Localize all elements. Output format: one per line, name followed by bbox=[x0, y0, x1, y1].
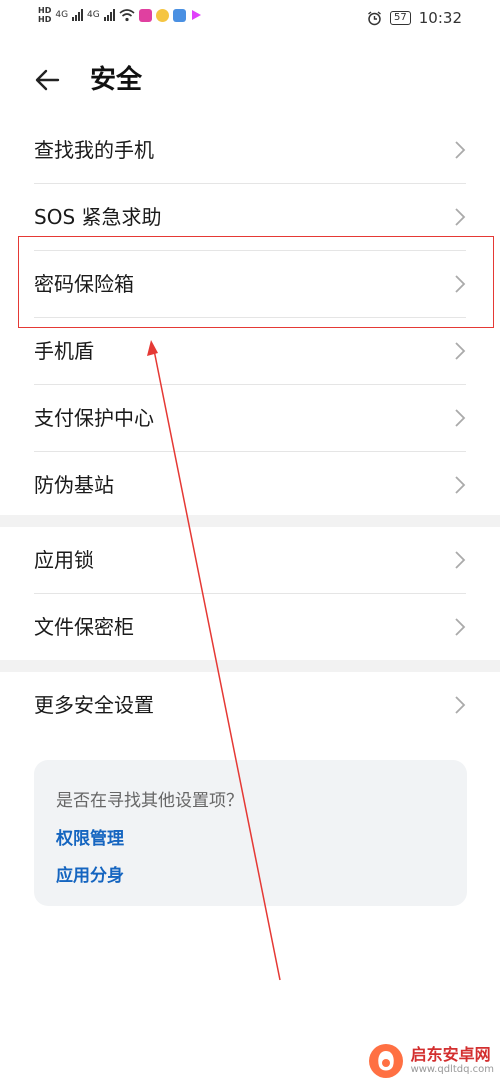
suggestion-card: 是否在寻找其他设置项？ 权限管理 应用分身 bbox=[34, 760, 467, 906]
list-item-label: 文件保密柜 bbox=[34, 615, 134, 639]
list-item-label: SOS 紧急求助 bbox=[34, 205, 162, 229]
status-icons-left: HD HD 4G 4G bbox=[38, 6, 202, 24]
list-item-more-security[interactable]: 更多安全设置 bbox=[34, 672, 466, 738]
signal-1-icon bbox=[72, 9, 84, 21]
link-app-twin[interactable]: 应用分身 bbox=[56, 861, 124, 886]
list-item-file-safe[interactable]: 文件保密柜 bbox=[34, 594, 466, 660]
link-permission-management[interactable]: 权限管理 bbox=[56, 824, 124, 849]
chevron-right-icon bbox=[455, 551, 466, 569]
network-1-label: 4G bbox=[55, 10, 69, 20]
list-item-app-lock[interactable]: 应用锁 bbox=[34, 527, 466, 594]
list-item-label: 更多安全设置 bbox=[34, 693, 154, 717]
list-item-label: 防伪基站 bbox=[34, 473, 114, 497]
watermark-url: www.qdltdq.com bbox=[410, 1064, 494, 1075]
chevron-right-icon bbox=[455, 618, 466, 636]
app-notification-icon bbox=[138, 8, 152, 22]
watermark-text: 启东安卓网 www.qdltdq.com bbox=[411, 1046, 494, 1076]
list-item-phone-shield[interactable]: 手机盾 bbox=[34, 318, 466, 385]
app-notification-icon bbox=[172, 8, 186, 22]
security-group-2: 应用锁 文件保密柜 bbox=[0, 527, 500, 660]
suggestion-title: 是否在寻找其他设置项？ bbox=[56, 791, 243, 811]
cartoon-app-icon bbox=[155, 8, 169, 22]
list-item-label: 密码保险箱 bbox=[34, 272, 134, 296]
sim1-hd-label: HD bbox=[38, 6, 52, 15]
chevron-right-icon bbox=[455, 208, 466, 226]
watermark-name: 启东安卓网 bbox=[410, 1045, 491, 1064]
network-2-label: 4G bbox=[87, 10, 100, 20]
list-item-payment-protection[interactable]: 支付保护中心 bbox=[34, 385, 466, 452]
chevron-right-icon bbox=[455, 141, 466, 159]
back-arrow-icon bbox=[35, 69, 60, 91]
list-item-label: 手机盾 bbox=[34, 339, 94, 363]
header: 安全 bbox=[0, 52, 500, 108]
chevron-right-icon bbox=[455, 409, 466, 427]
sim2-hd-label: HD bbox=[38, 15, 52, 24]
security-group-3: 更多安全设置 bbox=[0, 672, 500, 738]
signal-2-icon bbox=[103, 9, 115, 21]
wifi-icon bbox=[119, 8, 135, 21]
list-item-find-my-phone[interactable]: 查找我的手机 bbox=[34, 117, 466, 184]
clock-time: 10:32 bbox=[418, 9, 462, 27]
watermark: 启东安卓网 www.qdltdq.com bbox=[367, 1042, 494, 1080]
back-button[interactable] bbox=[30, 62, 66, 98]
sim-labels: HD HD bbox=[38, 6, 51, 24]
security-group-1: 查找我的手机 SOS 紧急求助 密码保险箱 手机盾 支付保护中心 防伪基站 bbox=[0, 117, 500, 518]
list-item-password-vault[interactable]: 密码保险箱 bbox=[34, 251, 466, 318]
chevron-right-icon bbox=[455, 476, 466, 494]
chevron-right-icon bbox=[455, 275, 466, 293]
list-item-fake-base-station[interactable]: 防伪基站 bbox=[34, 452, 466, 518]
play-app-icon bbox=[191, 10, 201, 20]
list-item-sos[interactable]: SOS 紧急求助 bbox=[34, 184, 466, 251]
status-icons-right: 57 10:32 bbox=[367, 9, 462, 27]
section-divider bbox=[0, 660, 500, 672]
list-item-label: 查找我的手机 bbox=[34, 138, 154, 162]
list-item-label: 支付保护中心 bbox=[34, 406, 154, 430]
status-bar: HD HD 4G 4G 57 10:32 bbox=[0, 0, 500, 40]
watermark-logo-icon bbox=[368, 1044, 403, 1078]
chevron-right-icon bbox=[455, 342, 466, 360]
battery-icon: 57 bbox=[390, 11, 411, 25]
list-item-label: 应用锁 bbox=[34, 548, 94, 572]
chevron-right-icon bbox=[455, 696, 466, 714]
page-title: 安全 bbox=[90, 65, 143, 95]
section-divider bbox=[0, 515, 500, 527]
alarm-icon bbox=[368, 10, 381, 25]
